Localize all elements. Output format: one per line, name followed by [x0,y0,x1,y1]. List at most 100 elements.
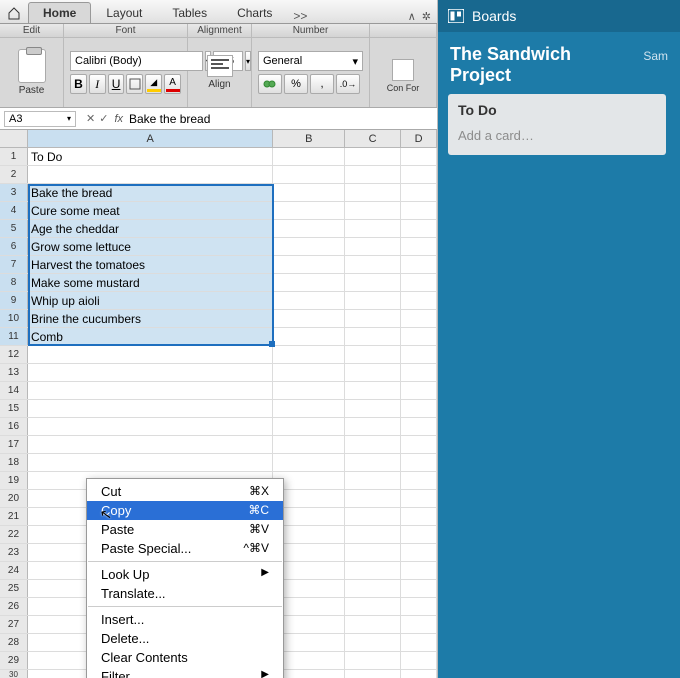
select-all-corner[interactable] [0,130,28,147]
cell[interactable] [273,148,345,165]
ctx-copy[interactable]: Copy⌘C [87,501,283,520]
cell[interactable] [273,454,345,471]
decrease-decimal-button[interactable]: .0→ [336,74,360,94]
row-header[interactable]: 14 [0,382,28,399]
board-subtitle[interactable]: Sam [643,49,668,63]
row-header[interactable]: 20 [0,490,28,507]
cell[interactable] [401,310,437,327]
cell[interactable] [345,454,401,471]
cell[interactable] [401,400,437,417]
row-header[interactable]: 5 [0,220,28,237]
cell[interactable] [28,418,273,435]
cell[interactable] [345,148,401,165]
cell[interactable] [401,274,437,291]
cell[interactable] [345,400,401,417]
col-header-A[interactable]: A [28,130,273,147]
row-header[interactable]: 13 [0,364,28,381]
cell[interactable] [345,184,401,201]
cell[interactable] [401,292,437,309]
cell[interactable] [345,274,401,291]
cell[interactable] [401,472,437,489]
cell[interactable] [28,166,273,183]
cell[interactable] [401,220,437,237]
border-button[interactable] [126,74,143,94]
cell[interactable] [273,238,345,255]
cell[interactable] [273,166,345,183]
cell[interactable] [28,346,273,363]
cell[interactable] [345,580,401,597]
cell[interactable] [345,526,401,543]
cell[interactable] [345,652,401,669]
row-header[interactable]: 6 [0,238,28,255]
row-header[interactable]: 27 [0,616,28,633]
row-header[interactable]: 25 [0,580,28,597]
cell[interactable] [273,382,345,399]
row-header[interactable]: 3 [0,184,28,201]
row-header[interactable]: 15 [0,400,28,417]
cell[interactable] [345,256,401,273]
cell[interactable] [345,202,401,219]
cell[interactable] [345,166,401,183]
cell[interactable] [401,202,437,219]
comma-button[interactable]: , [310,74,334,94]
cell[interactable] [401,166,437,183]
cell[interactable] [28,382,273,399]
cell[interactable] [345,634,401,651]
cell[interactable] [273,598,345,615]
ctx-clear[interactable]: Clear Contents [87,648,283,667]
row-header[interactable]: 17 [0,436,28,453]
row-header[interactable]: 9 [0,292,28,309]
cell[interactable]: To Do [28,148,273,165]
cell[interactable]: Brine the cucumbers [28,310,273,327]
percent-button[interactable]: % [284,74,308,94]
col-header-B[interactable]: B [273,130,345,147]
board-title[interactable]: The Sandwich Project [450,44,631,86]
cell[interactable] [401,562,437,579]
row-header[interactable]: 28 [0,634,28,651]
cell[interactable] [345,598,401,615]
cell[interactable]: Age the cheddar [28,220,273,237]
cell[interactable] [401,328,437,345]
cell[interactable]: Cure some meat [28,202,273,219]
row-header[interactable]: 29 [0,652,28,669]
row-header[interactable]: 11 [0,328,28,345]
tab-home[interactable]: Home [28,2,91,23]
cell[interactable] [401,256,437,273]
ctx-lookup[interactable]: Look Up▶ [87,565,283,584]
cell[interactable] [273,256,345,273]
cell[interactable] [273,634,345,651]
tab-layout[interactable]: Layout [91,2,157,23]
cell[interactable] [401,454,437,471]
cell[interactable] [345,220,401,237]
cell[interactable] [401,364,437,381]
add-card-button[interactable]: Add a card… [458,128,656,143]
cell[interactable] [401,634,437,651]
cell[interactable] [345,436,401,453]
cell[interactable] [345,544,401,561]
cell[interactable] [345,310,401,327]
currency-button[interactable] [258,74,282,94]
cell[interactable]: Comb [28,328,273,345]
cell[interactable] [273,616,345,633]
cell[interactable] [273,652,345,669]
cell[interactable] [273,544,345,561]
cell[interactable] [401,346,437,363]
cell[interactable] [401,238,437,255]
cell[interactable] [401,670,437,678]
cell[interactable] [401,382,437,399]
cell[interactable] [345,418,401,435]
cell[interactable] [345,616,401,633]
cell[interactable] [401,436,437,453]
tab-tables[interactable]: Tables [157,2,222,23]
row-header[interactable]: 4 [0,202,28,219]
cell[interactable] [345,670,401,678]
cancel-formula-icon[interactable]: ✕ [86,112,95,125]
cell[interactable] [28,436,273,453]
cell[interactable]: Grow some lettuce [28,238,273,255]
tab-overflow[interactable]: >> [293,9,307,23]
ctx-cut[interactable]: Cut⌘X [87,482,283,501]
paste-button[interactable]: Paste [18,49,46,96]
row-header[interactable]: 2 [0,166,28,183]
spreadsheet-grid[interactable]: A B C D 1To Do23Bake the bread4Cure some… [0,130,437,678]
row-header[interactable]: 10 [0,310,28,327]
